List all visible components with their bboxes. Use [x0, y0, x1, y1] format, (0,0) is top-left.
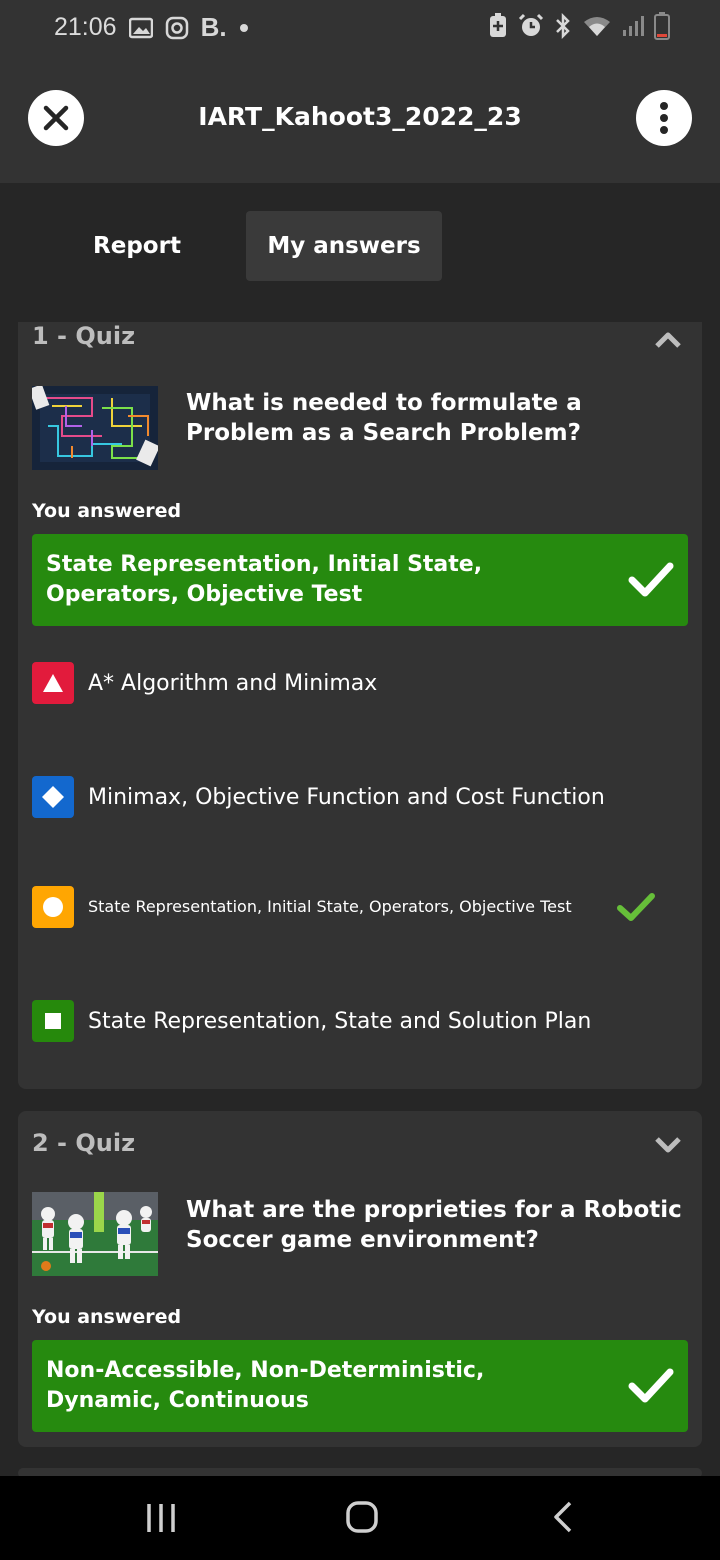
selected-answer-text: State Representation, Initial State, Ope…	[46, 552, 483, 607]
bluetooth-icon	[554, 13, 572, 39]
quiz-card-2[interactable]: 2 - Quiz What are the proprieties for a …	[18, 1111, 702, 1447]
instagram-icon	[165, 16, 189, 40]
home-icon[interactable]	[345, 1500, 379, 1534]
gallery-icon	[128, 17, 153, 39]
back-icon[interactable]	[552, 1500, 574, 1534]
quiz-heading: 1 - Quiz	[32, 322, 136, 350]
selected-answer: Non-Accessible, Non-Deterministic, Dynam…	[32, 1340, 688, 1432]
answer-option: State Representation, Initial State, Ope…	[32, 886, 688, 928]
answer-option: Minimax, Objective Function and Cost Fun…	[32, 776, 688, 818]
recent-apps-icon[interactable]	[146, 1502, 176, 1534]
question-text: What is needed to formulate a Problem as…	[186, 390, 582, 446]
triangle-icon	[32, 662, 74, 704]
diamond-icon	[32, 776, 74, 818]
more-options-button[interactable]	[636, 90, 692, 146]
page-title: IART_Kahoot3_2022_23	[198, 102, 522, 131]
tab-report[interactable]: Report	[70, 211, 204, 281]
you-answered-label: You answered	[32, 500, 182, 522]
quiz-heading: 2 - Quiz	[32, 1129, 136, 1157]
battery-low-icon	[654, 12, 670, 40]
chevron-up-icon[interactable]	[654, 330, 682, 350]
battery-saver-icon	[488, 13, 508, 39]
close-button[interactable]	[28, 90, 84, 146]
you-answered-label: You answered	[32, 1306, 182, 1328]
selected-answer: State Representation, Initial State, Ope…	[32, 534, 688, 626]
signal-icon	[622, 14, 644, 38]
more-vertical-icon	[660, 102, 668, 134]
dot-icon	[239, 23, 249, 33]
selected-answer-text: Non-Accessible, Non-Deterministic, Dynam…	[46, 1358, 485, 1413]
square-icon	[32, 1000, 74, 1042]
circle-icon	[32, 886, 74, 928]
app-header: IART_Kahoot3_2022_23	[0, 56, 720, 183]
wifi-icon	[582, 14, 612, 38]
tab-my-answers[interactable]: My answers	[246, 211, 442, 281]
question-text: What are the proprieties for a Robotic S…	[186, 1197, 682, 1253]
option-text: A* Algorithm and Minimax	[88, 670, 378, 696]
check-icon	[628, 562, 674, 597]
option-text: State Representation, Initial State, Ope…	[88, 897, 572, 916]
tab-bar: Report My answers	[0, 183, 720, 323]
answer-option: A* Algorithm and Minimax	[32, 662, 688, 704]
system-nav-bar	[0, 1476, 720, 1560]
status-time: 21:06	[54, 13, 117, 41]
robot-soccer-thumbnail	[32, 1192, 158, 1276]
maze-thumbnail	[32, 386, 158, 470]
check-icon	[628, 1368, 674, 1403]
close-icon	[43, 105, 69, 131]
correct-check-icon	[617, 893, 655, 921]
answer-option: State Representation, State and Solution…	[32, 1000, 688, 1042]
option-text: Minimax, Objective Function and Cost Fun…	[88, 784, 605, 810]
alarm-icon	[518, 13, 544, 39]
status-bar: 21:06 B.	[0, 0, 720, 56]
chevron-down-icon[interactable]	[654, 1135, 682, 1155]
quiz-card-1: 1 - Quiz What is needed to formulate a P…	[18, 322, 702, 1089]
b-app-icon: B.	[200, 12, 227, 42]
option-text: State Representation, State and Solution…	[88, 1008, 592, 1034]
